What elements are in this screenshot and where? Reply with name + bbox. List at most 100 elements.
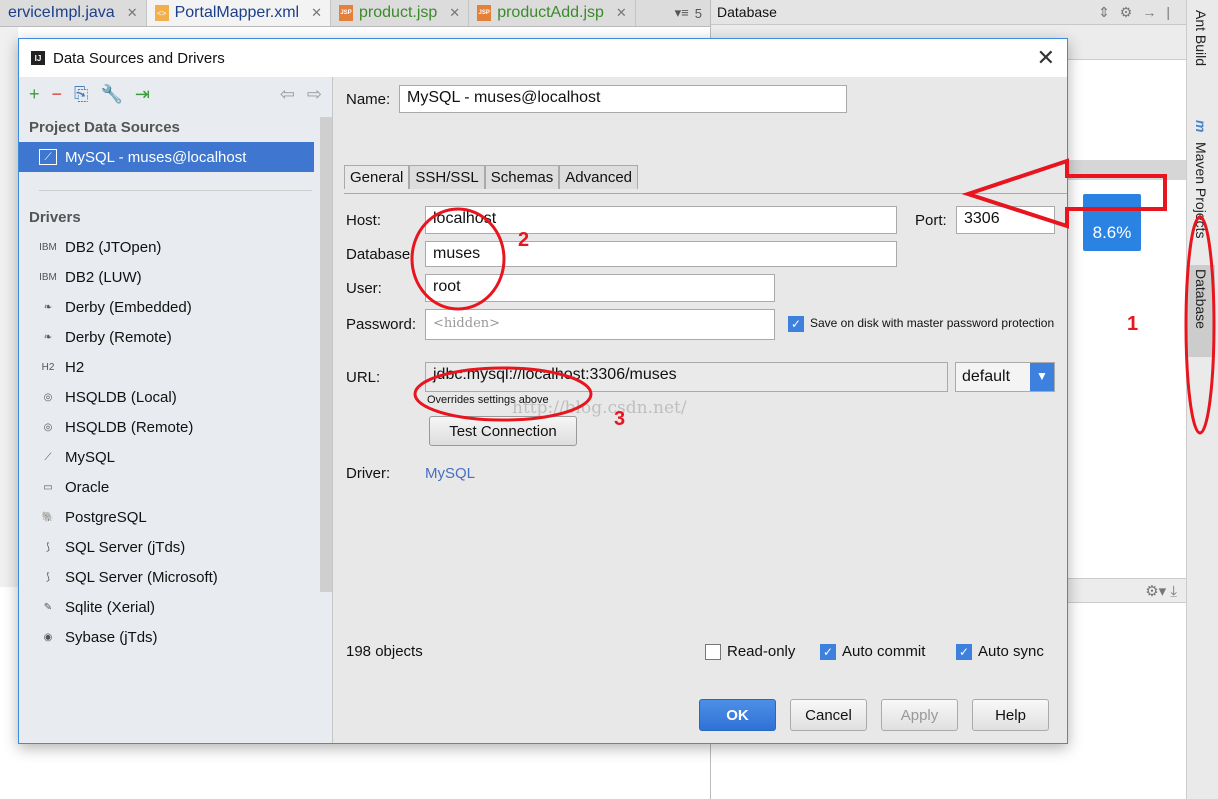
tool-database-label: Database [1193, 269, 1209, 329]
driver-link[interactable]: MySQL [425, 465, 475, 482]
driver-item[interactable]: ◉ Sybase (jTds) [19, 622, 332, 652]
user-input[interactable]: root [425, 274, 775, 302]
driver-item[interactable]: ⟆ SQL Server (Microsoft) [19, 562, 332, 592]
name-input[interactable]: MySQL - muses@localhost [399, 85, 847, 113]
driver-label: SQL Server (Microsoft) [65, 568, 218, 586]
tab-advanced[interactable]: Advanced [559, 165, 638, 189]
scrollbar[interactable] [320, 117, 332, 592]
elephant-icon: 🐘 [41, 511, 55, 523]
close-icon[interactable]: ✕ [616, 5, 627, 21]
ok-button[interactable]: OK [699, 699, 776, 731]
mysql-icon: ⟋ [44, 451, 52, 463]
divider [39, 190, 312, 191]
editor-tab[interactable]: JSP productAdd.jsp ✕ [469, 0, 636, 26]
hsql-icon: ◎ [43, 421, 53, 433]
driver-item[interactable]: IBM DB2 (JTOpen) [19, 232, 332, 262]
driver-item[interactable]: ❧ Derby (Embedded) [19, 292, 332, 322]
tab-overflow-button[interactable]: ▾≡ 5 [667, 0, 710, 26]
tool-maven-projects[interactable]: Maven Projects [1193, 142, 1209, 238]
auto-sync-checkbox[interactable]: ✓ Auto sync [956, 643, 1044, 661]
driver-item[interactable]: ◎ HSQLDB (Local) [19, 382, 332, 412]
user-label: User: [346, 280, 382, 297]
oracle-icon: ▭ [43, 481, 53, 493]
driver-item[interactable]: ▭ Oracle [19, 472, 332, 502]
auto-commit-checkbox[interactable]: ✓ Auto commit [820, 643, 925, 661]
code-editor[interactable] [0, 27, 18, 587]
sources-panel: + − ⎘ 🔧 ⇥ ⇦ ⇨ Project Data Sources ⟋ MySQ… [19, 77, 333, 743]
forward-icon[interactable]: ⇨ [307, 84, 322, 106]
sybase-icon: ◉ [43, 631, 53, 643]
remove-icon[interactable]: − [52, 84, 63, 106]
url-input[interactable]: jdbc:mysql://localhost:3306/muses [425, 362, 948, 392]
jsp-file-icon: JSP [477, 5, 492, 21]
item-label: MySQL - muses@localhost [65, 148, 247, 166]
driver-label: SQL Server (jTds) [65, 538, 186, 556]
tool-database[interactable]: Database [1187, 265, 1215, 357]
driver-item[interactable]: ◎ HSQLDB (Remote) [19, 412, 332, 442]
copy-icon[interactable]: ⎘ [74, 84, 88, 106]
sqlite-icon: ✎ [43, 601, 53, 613]
back-icon[interactable]: ⇦ [280, 84, 295, 106]
driver-label: HSQLDB (Remote) [65, 418, 194, 436]
H2-icon: H2 [41, 361, 55, 373]
url-label: URL: [346, 369, 381, 386]
feather-icon: ❧ [43, 331, 53, 343]
close-button[interactable]: ✕ [1037, 45, 1055, 71]
select-value: default [962, 368, 1011, 385]
hsql-icon: ◎ [43, 391, 53, 403]
help-button[interactable]: Help [972, 699, 1049, 731]
tab-divider [344, 193, 1067, 194]
editor-tab[interactable]: erviceImpl.java ✕ [0, 0, 147, 26]
driver-label: Derby (Remote) [65, 328, 172, 346]
annotation-number-2: 2 [518, 229, 530, 251]
checkbox-label: Save on disk with master password protec… [810, 316, 1055, 331]
drivers-heading: Drivers [29, 209, 81, 226]
close-icon[interactable]: ✕ [449, 5, 460, 21]
dialog-titlebar: IJ Data Sources and Drivers ✕ [19, 39, 1067, 77]
editor-tab[interactable]: <> PortalMapper.xml ✕ [146, 0, 332, 26]
driver-item[interactable]: H2 H2 [19, 352, 332, 382]
host-input[interactable]: localhost [425, 206, 897, 234]
tab-schemas[interactable]: Schemas [484, 165, 560, 189]
wrench-icon[interactable]: 🔧 [100, 84, 122, 106]
close-icon[interactable]: ✕ [311, 5, 322, 21]
database-input[interactable]: muses [425, 241, 897, 267]
port-input[interactable]: 3306 [956, 206, 1055, 234]
driver-label: Sybase (jTds) [65, 628, 158, 646]
database-label: Database: [346, 246, 415, 263]
close-icon[interactable]: ✕ [127, 5, 138, 21]
panel-settings-icon[interactable]: ⇕⚙→| [1098, 4, 1180, 20]
driver-item[interactable]: ❧ Derby (Remote) [19, 322, 332, 352]
url-mode-select[interactable]: default ▼ [955, 362, 1055, 392]
driver-item[interactable]: IBM DB2 (LUW) [19, 262, 332, 292]
tab-general[interactable]: General [344, 165, 410, 189]
overflow-count: 5 [694, 5, 702, 21]
IBM-icon: IBM [39, 241, 57, 253]
tab-label: product.jsp [359, 4, 438, 21]
tool-ant-build[interactable]: Ant Build [1193, 10, 1209, 66]
add-icon[interactable]: + [29, 84, 40, 106]
driver-item[interactable]: ⟋ MySQL [19, 442, 332, 472]
checkbox-icon: ✓ [956, 644, 972, 661]
save-on-disk-checkbox[interactable]: ✓ Save on disk with master password prote… [788, 316, 1054, 332]
host-label: Host: [346, 212, 382, 229]
driver-item[interactable]: ⟆ SQL Server (jTds) [19, 532, 332, 562]
tab-ssh-ssl[interactable]: SSH/SSL [409, 165, 485, 189]
checkbox-label: Read-only [727, 643, 796, 660]
cancel-button[interactable]: Cancel [790, 699, 867, 731]
settings-panel: Name: MySQL - muses@localhost General SS… [334, 77, 1067, 691]
dialog-title: Data Sources and Drivers [53, 49, 225, 67]
sqlserver-icon: ⟆ [46, 541, 50, 553]
driver-label: Oracle [65, 478, 110, 496]
apply-button[interactable]: Apply [881, 699, 958, 731]
read-only-checkbox[interactable]: Read-only [705, 643, 796, 661]
editor-tab[interactable]: JSP product.jsp ✕ [331, 0, 470, 26]
test-connection-button[interactable]: Test Connection [429, 416, 577, 446]
driver-item[interactable]: 🐘 PostgreSQL [19, 502, 332, 532]
driver-label: H2 [65, 358, 85, 376]
driver-item[interactable]: ✎ Sqlite (Xerial) [19, 592, 332, 622]
import-icon[interactable]: ⇥ [135, 84, 150, 106]
project-source-item[interactable]: ⟋ MySQL - muses@localhost [19, 142, 314, 172]
password-input[interactable]: <hidden> [425, 309, 775, 340]
sqlserver-icon: ⟆ [46, 571, 50, 583]
